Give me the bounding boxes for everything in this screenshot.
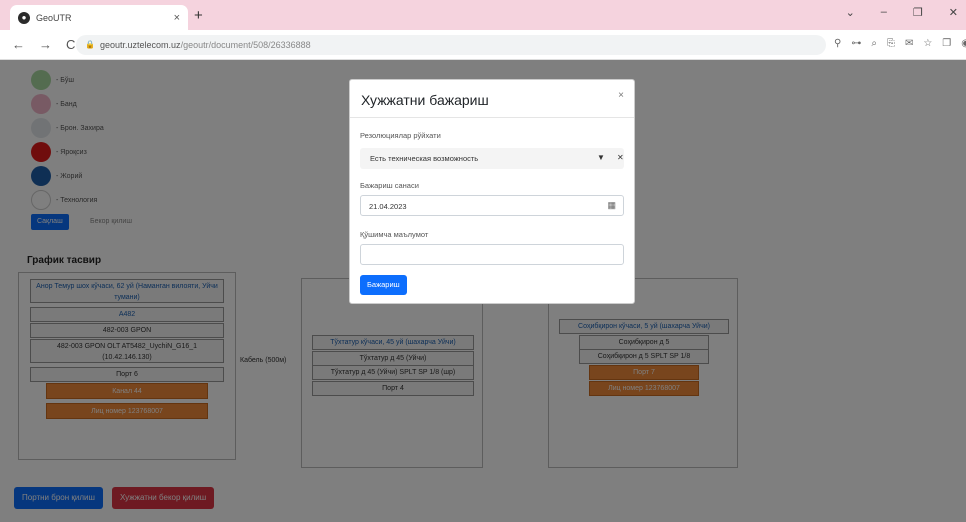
url-host: geoutr.uztelecom.uz bbox=[100, 40, 181, 50]
minimize-button[interactable]: – bbox=[881, 6, 887, 19]
chevron-down-icon[interactable]: ▼ bbox=[597, 153, 605, 162]
close-icon[interactable]: × bbox=[618, 90, 624, 101]
mail-icon[interactable]: ✉ bbox=[905, 38, 913, 49]
share-icon[interactable]: ⎘ bbox=[887, 38, 895, 49]
back-icon[interactable]: ← bbox=[12, 37, 25, 52]
execute-document-modal: Хужжатни бажариш × Резолюциялар рўйхати … bbox=[349, 79, 635, 304]
date-value: 21.04.2023 bbox=[369, 202, 407, 211]
info-label: Қўшимча маълумот bbox=[360, 230, 429, 239]
new-tab-button[interactable]: + bbox=[194, 7, 203, 24]
resolution-value: Есть техническая возможность bbox=[370, 154, 479, 163]
tab-title: GeoUTR bbox=[36, 12, 72, 23]
modal-header: Хужжатни бажариш × bbox=[350, 80, 634, 118]
submit-button[interactable]: Бажариш bbox=[360, 275, 407, 295]
close-window-button[interactable]: ✕ bbox=[949, 6, 958, 19]
info-field[interactable] bbox=[360, 244, 624, 265]
lock-icon: 🔒 bbox=[85, 40, 95, 49]
clear-icon[interactable]: ✕ bbox=[617, 153, 624, 162]
nav-buttons: ← → C bbox=[12, 37, 75, 52]
key-icon[interactable]: ⊶ bbox=[851, 38, 861, 49]
url-path: /geoutr/document/508/26336888 bbox=[180, 40, 311, 50]
location-icon[interactable]: ⚲ bbox=[834, 38, 841, 49]
date-label: Бажариш санаси bbox=[360, 181, 419, 190]
maximize-button[interactable]: ❐ bbox=[913, 6, 923, 19]
site-logo-icon: ● bbox=[18, 11, 30, 24]
resolution-select[interactable]: Есть техническая возможность ▼ ✕ bbox=[360, 148, 624, 169]
url-field[interactable]: 🔒 geoutr.uztelecom.uz/geoutr/document/50… bbox=[76, 35, 826, 55]
profile-avatar-icon[interactable]: ◉ bbox=[961, 38, 966, 49]
browser-tab[interactable]: ● GeoUTR × bbox=[10, 5, 188, 30]
calendar-icon[interactable]: ▦ bbox=[607, 200, 616, 211]
date-field[interactable]: 21.04.2023 ▦ bbox=[360, 195, 624, 216]
tab-close-icon[interactable]: × bbox=[174, 12, 180, 24]
zoom-icon[interactable]: ⌕ bbox=[871, 38, 877, 49]
bookmark-star-icon[interactable]: ☆ bbox=[923, 38, 932, 49]
forward-icon[interactable]: → bbox=[39, 37, 52, 52]
modal-title: Хужжатни бажариш bbox=[361, 92, 489, 108]
tab-search-icon[interactable]: ⌄ bbox=[846, 6, 855, 19]
browser-toolbar: ⚲ ⊶ ⌕ ⎘ ✉ ☆ ❐ ◉ bbox=[834, 38, 966, 49]
reload-icon[interactable]: C bbox=[66, 37, 75, 52]
resolution-label: Резолюциялар рўйхати bbox=[360, 131, 441, 140]
address-bar-row: ← → C 🔒 geoutr.uztelecom.uz/geoutr/docum… bbox=[0, 30, 966, 60]
side-panel-icon[interactable]: ❐ bbox=[942, 38, 951, 49]
browser-tabbar: ● GeoUTR × + ⌄ – ❐ ✕ bbox=[0, 0, 966, 30]
window-controls: ⌄ – ❐ ✕ bbox=[846, 6, 958, 19]
